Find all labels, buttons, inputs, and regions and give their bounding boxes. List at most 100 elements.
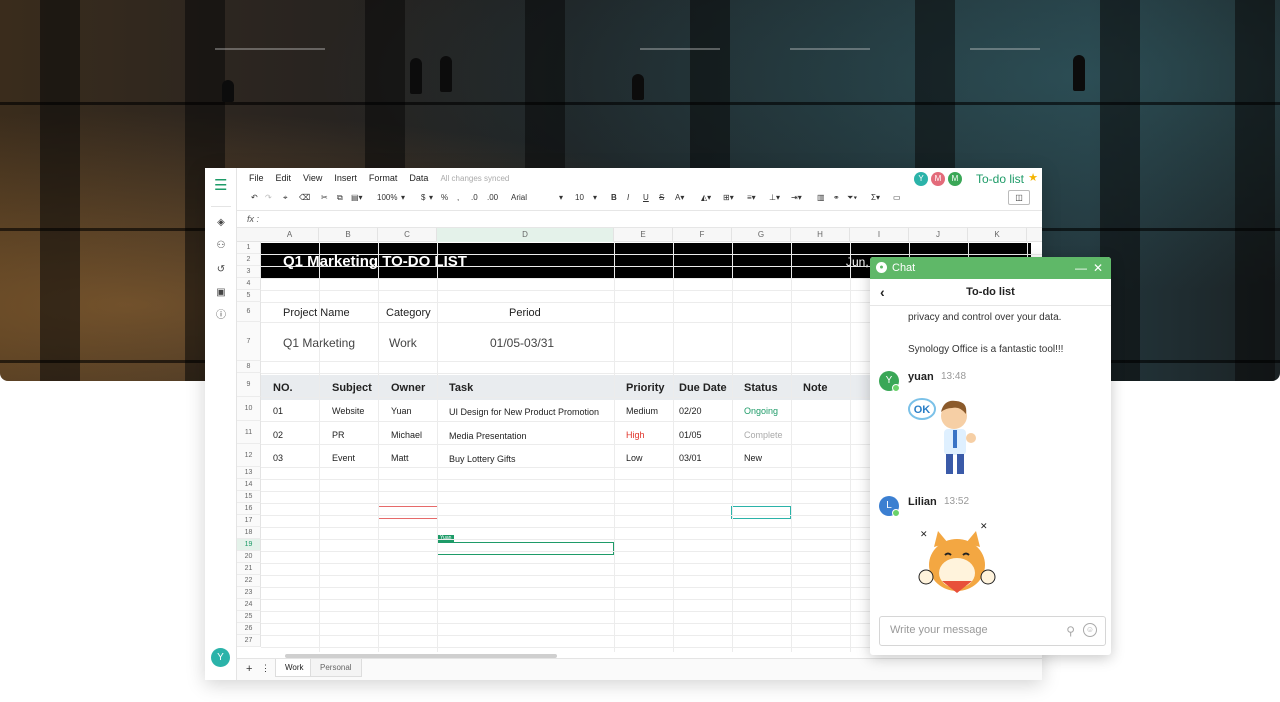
column-header[interactable]: F: [673, 228, 732, 242]
eraser-icon[interactable]: ⌫: [299, 192, 310, 204]
user-avatar[interactable]: Y: [211, 648, 230, 667]
cell-subject[interactable]: PR: [332, 430, 345, 440]
sum-icon[interactable]: Σ▾: [871, 192, 880, 204]
zoom-chevron-icon[interactable]: ▾: [401, 192, 405, 204]
col-header-note[interactable]: Note: [803, 382, 827, 394]
category-value[interactable]: Work: [389, 336, 417, 350]
menu-file[interactable]: File: [249, 168, 264, 189]
underline-button[interactable]: U: [643, 192, 649, 204]
currency-button[interactable]: $: [421, 192, 425, 204]
row-header[interactable]: 7: [237, 322, 261, 361]
avatar[interactable]: Y: [879, 371, 900, 392]
menu-data[interactable]: Data: [409, 168, 428, 189]
menu-format[interactable]: Format: [369, 168, 398, 189]
col-header-no[interactable]: NO.: [273, 382, 293, 394]
cell-task[interactable]: Media Presentation: [449, 431, 527, 441]
cut-icon[interactable]: ✂: [321, 192, 328, 204]
cell-due-date[interactable]: 02/20: [679, 406, 702, 416]
add-user-icon[interactable]: ⚇: [213, 238, 229, 254]
cell-owner[interactable]: Yuan: [391, 406, 412, 416]
paste-icon[interactable]: ▤▾: [351, 192, 363, 204]
row-header[interactable]: 12: [237, 444, 261, 467]
sheet-title[interactable]: Q1 Marketing TO-DO LIST: [283, 253, 467, 270]
text-color-icon[interactable]: A▾: [675, 192, 684, 204]
paint-format-icon[interactable]: ⌖: [283, 192, 288, 204]
cell-task[interactable]: Buy Lottery Gifts: [449, 454, 516, 464]
cell-owner[interactable]: Matt: [391, 453, 409, 463]
info-icon[interactable]: ⓘ: [213, 308, 229, 324]
cell-priority[interactable]: Medium: [626, 406, 658, 416]
menu-edit[interactable]: Edit: [276, 168, 292, 189]
menu-icon[interactable]: ☰: [214, 176, 227, 194]
cell-owner[interactable]: Michael: [391, 430, 422, 440]
sheet-tab-personal[interactable]: Personal: [310, 659, 362, 677]
star-icon[interactable]: ★: [1028, 171, 1038, 184]
row-header[interactable]: 11: [237, 421, 261, 444]
column-header[interactable]: B: [319, 228, 378, 242]
period-header[interactable]: Period: [509, 307, 541, 319]
currency-chevron-icon[interactable]: ▾: [429, 192, 433, 204]
menu-view[interactable]: View: [303, 168, 322, 189]
cell-no[interactable]: 03: [273, 453, 283, 463]
row-header[interactable]: 24: [237, 599, 261, 611]
row-header[interactable]: 10: [237, 397, 261, 421]
more-icon[interactable]: ⋮: [261, 663, 270, 674]
lock-icon[interactable]: ▣: [213, 285, 229, 301]
chart-icon[interactable]: ▥: [817, 192, 825, 204]
filter-icon[interactable]: ⏷▾: [847, 192, 857, 204]
cell-priority[interactable]: High: [626, 430, 645, 440]
collaborator-avatar[interactable]: M: [948, 172, 962, 186]
row-header[interactable]: 16: [237, 503, 261, 515]
row-header[interactable]: 25: [237, 611, 261, 623]
wrap-icon[interactable]: ⇥▾: [791, 192, 802, 204]
row-header[interactable]: 13: [237, 467, 261, 479]
row-header[interactable]: 5: [237, 290, 261, 302]
collaborator-avatar[interactable]: M: [931, 172, 945, 186]
column-header[interactable]: I: [850, 228, 909, 242]
close-icon[interactable]: ✕: [1093, 257, 1103, 279]
col-header-subject[interactable]: Subject: [332, 382, 372, 394]
row-header[interactable]: 18: [237, 527, 261, 539]
cell-subject[interactable]: Event: [332, 453, 355, 463]
copy-icon[interactable]: ⧉: [337, 192, 343, 204]
col-header-priority[interactable]: Priority: [626, 382, 665, 394]
col-header-status[interactable]: Status: [744, 382, 778, 394]
collaborator-selection[interactable]: [731, 506, 791, 519]
borders-icon[interactable]: ⊞▾: [723, 192, 734, 204]
minimize-icon[interactable]: —: [1075, 257, 1087, 279]
valign-icon[interactable]: ⊥▾: [769, 192, 780, 204]
document-title[interactable]: To-do list: [976, 172, 1024, 186]
add-sheet-icon[interactable]: +: [246, 663, 252, 675]
column-header[interactable]: C: [378, 228, 437, 242]
row-header[interactable]: 8: [237, 361, 261, 373]
back-icon[interactable]: ‹: [880, 279, 885, 306]
toggle-panel-icon[interactable]: ◫: [1008, 190, 1030, 205]
comma-icon[interactable]: ,: [457, 192, 459, 204]
cell-due-date[interactable]: 03/01: [679, 453, 702, 463]
font-chevron-icon[interactable]: ▾: [559, 192, 563, 204]
col-header-task[interactable]: Task: [449, 382, 473, 394]
menu-insert[interactable]: Insert: [334, 168, 357, 189]
cell-status[interactable]: Complete: [744, 430, 783, 440]
row-header[interactable]: 15: [237, 491, 261, 503]
redo-icon[interactable]: ↷: [265, 192, 272, 204]
row-header[interactable]: 9: [237, 373, 261, 397]
cell-priority[interactable]: Low: [626, 453, 643, 463]
formula-bar[interactable]: fx :: [237, 210, 1042, 228]
row-header[interactable]: 3: [237, 266, 261, 278]
column-header[interactable]: G: [732, 228, 791, 242]
period-value[interactable]: 01/05-03/31: [490, 336, 554, 350]
italic-button[interactable]: I: [627, 192, 629, 204]
row-header[interactable]: 20: [237, 551, 261, 563]
cell-task[interactable]: UI Design for New Product Promotion: [449, 407, 599, 417]
row-header[interactable]: 19: [237, 539, 261, 551]
cell-no[interactable]: 02: [273, 430, 283, 440]
collaborator-selection[interactable]: [378, 506, 438, 519]
row-header[interactable]: 4: [237, 278, 261, 290]
row-header[interactable]: 1: [237, 242, 261, 254]
percent-button[interactable]: %: [441, 192, 448, 204]
column-header[interactable]: A: [261, 228, 319, 242]
col-header-owner[interactable]: Owner: [391, 382, 425, 394]
column-header[interactable]: H: [791, 228, 850, 242]
cell-status[interactable]: New: [744, 453, 762, 463]
